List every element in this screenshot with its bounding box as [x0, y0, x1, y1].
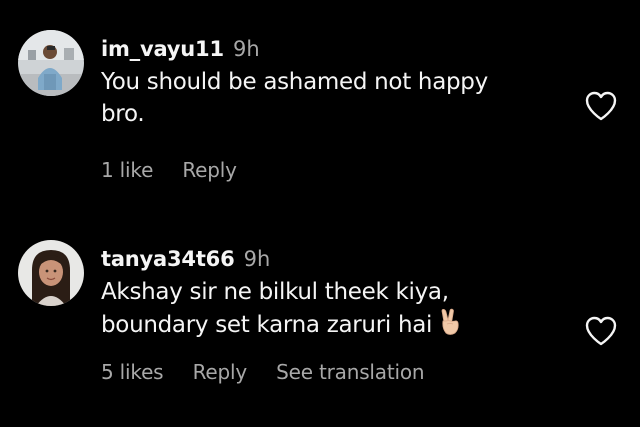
avatar[interactable]	[18, 240, 84, 306]
heart-outline-icon[interactable]	[584, 315, 618, 347]
comment-text-line: Akshay sir ne bilkul theek kiya,	[101, 279, 449, 305]
comment-text: Akshay sir ne bilkul theek kiya, boundar…	[101, 276, 571, 341]
timestamp: 9h	[232, 37, 260, 61]
see-translation-button[interactable]: See translation	[276, 360, 424, 384]
comment-actions: 5 likes Reply See translation	[101, 360, 571, 384]
reply-button[interactable]: Reply	[182, 158, 237, 182]
username[interactable]: im_vayu11	[101, 37, 224, 61]
comment-text-line-with-emoji: boundary set karna zaruri hai	[101, 308, 571, 341]
likes-count[interactable]: 1 like	[101, 158, 153, 182]
heart-outline-icon[interactable]	[584, 90, 618, 122]
victory-hand-emoji-icon	[441, 308, 459, 335]
comment-text-line: bro.	[101, 101, 145, 127]
profile-photo-man-icon	[18, 30, 84, 96]
timestamp: 9h	[243, 247, 271, 271]
profile-photo-woman-icon	[18, 240, 84, 306]
comment-text-segment: boundary set karna zaruri hai	[101, 312, 433, 338]
avatar[interactable]	[18, 30, 84, 96]
reply-button[interactable]: Reply	[193, 360, 248, 384]
comment-actions: 1 like Reply	[101, 158, 571, 182]
comment-text: You should be ashamed not happy bro.	[101, 66, 571, 130]
likes-count[interactable]: 5 likes	[101, 360, 164, 384]
username[interactable]: tanya34t66	[101, 247, 235, 271]
comment-text-line: You should be ashamed not happy	[101, 69, 488, 95]
